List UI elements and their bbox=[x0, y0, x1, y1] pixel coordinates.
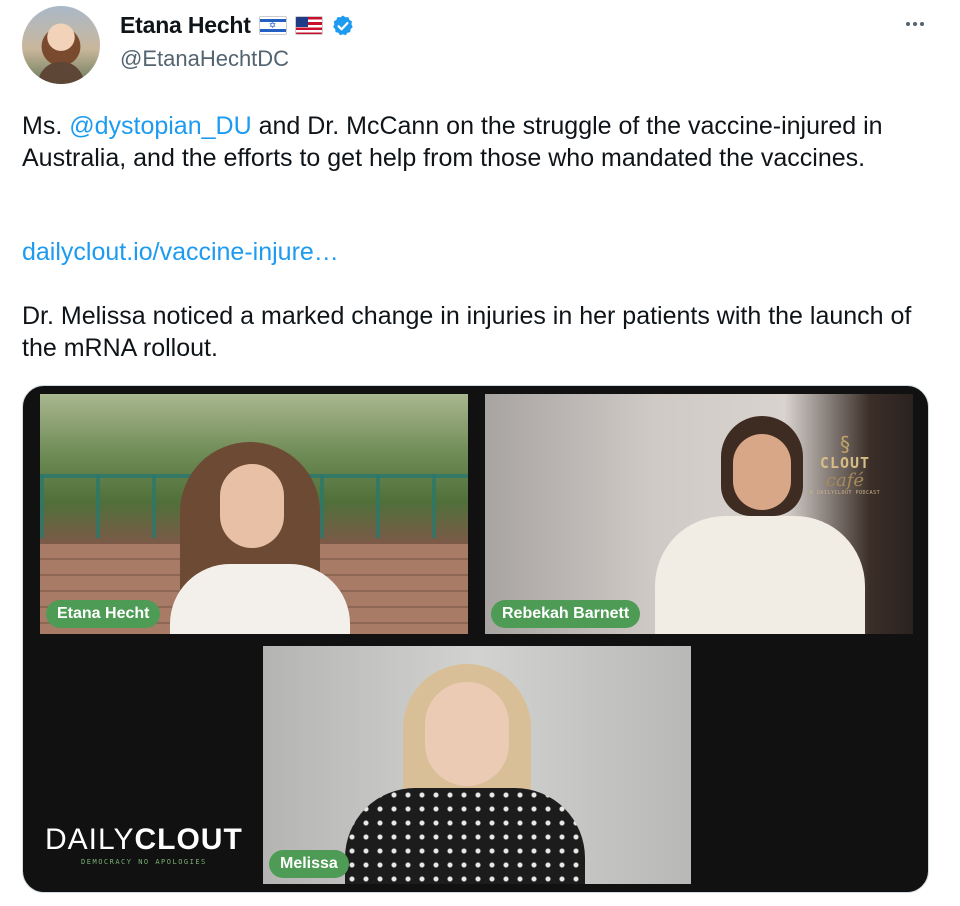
dailyclout-tagline: DEMOCRACY NO APOLOGIES bbox=[81, 858, 207, 866]
more-options-icon[interactable] bbox=[900, 14, 930, 34]
dailyclout-logo: DAILYCLOUT DEMOCRACY NO APOLOGIES bbox=[45, 824, 243, 867]
video-tile-melissa: Melissa bbox=[263, 646, 691, 884]
coffee-steam-icon: § bbox=[838, 432, 852, 456]
clout-cafe-logo: § CLOUT café A DAILYCLOUT PODCAST bbox=[803, 434, 887, 496]
video-tile-etana: Etana Hecht bbox=[40, 394, 468, 634]
video-media[interactable]: Etana Hecht § CLOUT café A DAILYCLOUT PO… bbox=[22, 385, 929, 893]
participant-name-tag: Rebekah Barnett bbox=[491, 600, 641, 628]
verified-badge-icon bbox=[332, 15, 353, 35]
tweet-text-paragraph-3: Dr. Melissa noticed a marked change in i… bbox=[22, 302, 912, 362]
tweet-text-paragraph-1: Ms. @dystopian_DU and Dr. McCann on the … bbox=[22, 110, 942, 174]
israel-flag-icon: ✡ bbox=[258, 16, 287, 35]
author-display-name[interactable]: Etana Hecht bbox=[120, 12, 251, 39]
participant-face bbox=[733, 434, 791, 510]
participant-body bbox=[655, 516, 865, 634]
tweet-link-paragraph: dailyclout.io/vaccine-injure… bbox=[22, 236, 942, 268]
author-handle[interactable]: @EtanaHechtDC bbox=[120, 46, 289, 72]
cafe-logo-text: café bbox=[825, 470, 865, 491]
participant-face bbox=[425, 682, 509, 786]
dailyclout-wordmark-regular: DAILY bbox=[45, 823, 135, 856]
dailyclout-wordmark: DAILYCLOUT bbox=[45, 824, 243, 856]
participant-name-tag: Melissa bbox=[269, 850, 349, 878]
avatar-body bbox=[38, 62, 84, 84]
avatar[interactable] bbox=[22, 6, 100, 84]
participant-body bbox=[345, 788, 585, 884]
us-flag-icon bbox=[294, 16, 323, 35]
dailyclout-wordmark-bold: CLOUT bbox=[134, 823, 243, 856]
participant-face bbox=[220, 464, 284, 548]
podcast-logo-text: A DAILYCLOUT PODCAST bbox=[809, 490, 881, 496]
participant-body bbox=[170, 564, 350, 634]
video-tile-rebekah: § CLOUT café A DAILYCLOUT PODCAST Rebeka… bbox=[485, 394, 913, 634]
mention-link[interactable]: @dystopian_DU bbox=[69, 112, 251, 140]
author-name-row: Etana Hecht ✡ bbox=[120, 12, 355, 39]
article-link[interactable]: dailyclout.io/vaccine-injure… bbox=[22, 238, 339, 266]
participant-name-tag: Etana Hecht bbox=[46, 600, 161, 628]
tweet-text-prefix: Ms. bbox=[22, 112, 70, 140]
tweet: Etana Hecht ✡ @EtanaHechtDC Ms. @dystopi… bbox=[0, 0, 960, 906]
